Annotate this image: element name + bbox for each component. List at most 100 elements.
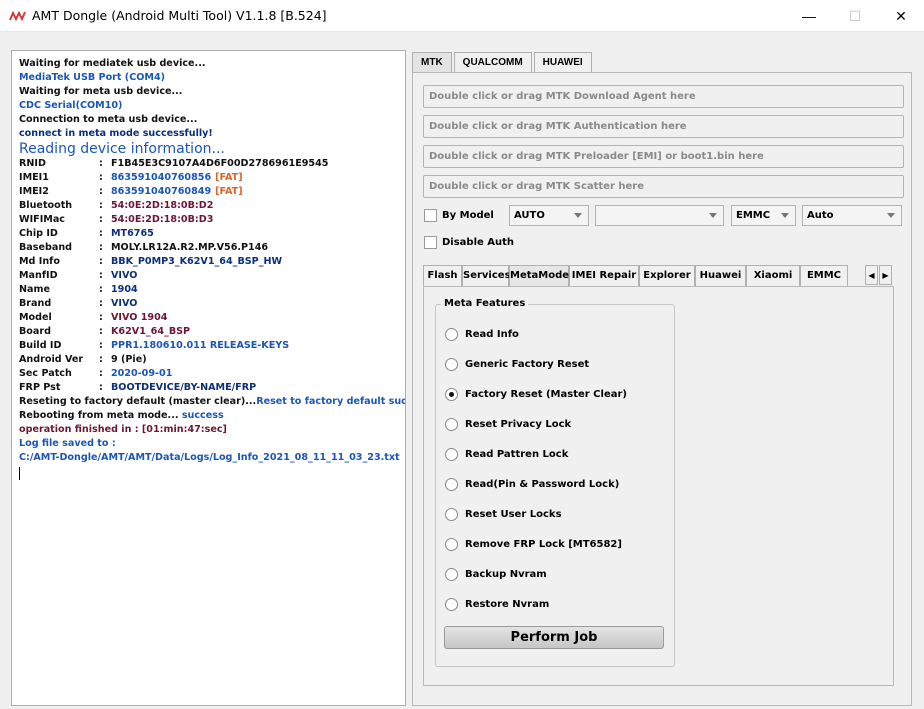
log-field-separator: : [99, 326, 103, 337]
radio-option-label: Read Pattren Lock [465, 448, 569, 460]
log-field-separator: : [99, 186, 103, 197]
radio-option[interactable]: Remove FRP Lock [MT6582] [445, 536, 622, 552]
minimize-button[interactable]: — [786, 0, 832, 32]
log-field-value: 54:0E:2D:18:0B:D2 [111, 200, 214, 211]
fat-badge: [FAT] [215, 172, 243, 183]
log-field-row: RNID: F1B45E3C9107A4D6F00D2786961E9545 [19, 157, 399, 171]
log-field-separator: : [99, 214, 103, 225]
log-field-separator: : [99, 382, 103, 393]
log-line: connect in meta mode successfully! [19, 128, 213, 139]
log-field-value: 2020-09-01 [111, 368, 173, 379]
radio-unchecked-icon[interactable] [445, 507, 458, 521]
tab-imei-repair[interactable]: IMEI Repair [569, 265, 639, 286]
tab-xiaomi[interactable]: Xiaomi [746, 265, 800, 286]
log-field-separator: : [99, 228, 103, 239]
log-field-separator: : [99, 172, 103, 183]
log-field-separator: : [99, 270, 103, 281]
radio-option-label: Read(Pin & Password Lock) [465, 478, 620, 490]
perform-job-button[interactable]: Perform Job [444, 626, 664, 649]
radio-option[interactable]: Restore Nvram [445, 596, 549, 612]
fat-badge: [FAT] [215, 186, 243, 197]
radio-unchecked-icon[interactable] [445, 357, 458, 371]
radio-unchecked-icon[interactable] [445, 417, 458, 431]
title-bar: AMT Dongle (Android Multi Tool) V1.1.8 [… [0, 0, 924, 32]
log-field-row: Baseband: MOLY.LR12A.R2.MP.V56.P146 [19, 241, 399, 255]
radio-option[interactable]: Backup Nvram [445, 566, 547, 582]
storage-select[interactable]: EMMC [731, 205, 796, 226]
tab-services[interactable]: Services [462, 265, 511, 286]
log-field-value: 1904 [111, 284, 138, 295]
radio-option[interactable]: Read Info [445, 326, 519, 342]
model-select[interactable]: AUTO [509, 205, 589, 226]
maximize-button[interactable]: ☐ [832, 0, 878, 32]
log-reset-result: Reset to factory default success [256, 396, 406, 407]
log-reboot-prefix: Rebooting from meta mode... [19, 410, 182, 421]
tab-scroll-left-icon[interactable]: ◀ [865, 265, 878, 285]
by-model-label: By Model [442, 210, 494, 221]
tab-huawei[interactable]: Huawei [695, 265, 746, 286]
download-agent-input[interactable]: Double click or drag MTK Download Agent … [423, 85, 904, 108]
log-field-value: MOLY.LR12A.R2.MP.V56.P146 [111, 242, 269, 253]
radio-unchecked-icon[interactable] [445, 537, 458, 551]
close-button[interactable]: ✕ [878, 0, 924, 32]
log-field-row: Model: VIVO 1904 [19, 311, 399, 325]
log-field-row: ManfID: VIVO [19, 269, 399, 283]
log-line: Waiting for mediatek usb device... [19, 58, 206, 69]
tab-emmc[interactable]: EMMC [800, 265, 848, 286]
log-field-row: IMEI2:863591040760849 [FAT] [19, 185, 399, 199]
log-field-row: FRP Pst: BOOTDEVICE/BY-NAME/FRP [19, 381, 399, 395]
radio-option[interactable]: Generic Factory Reset [445, 356, 589, 372]
app-logo-icon [9, 11, 26, 21]
disable-auth-checkbox[interactable] [424, 236, 437, 249]
log-field-row: IMEI1:863591040760856 [FAT] [19, 171, 399, 185]
mode-select[interactable]: Auto [802, 205, 902, 226]
log-field-key: Brand [19, 298, 52, 309]
log-heading: Reading device information... [19, 141, 225, 157]
log-line: Connection to meta usb device... [19, 114, 198, 125]
log-field-row: Brand: VIVO [19, 297, 399, 311]
log-field-key: Name [19, 284, 51, 295]
tab-huawei[interactable]: HUAWEI [533, 52, 592, 72]
radio-option-label: Reset User Locks [465, 508, 562, 520]
tab-mtk[interactable]: MTK [412, 52, 452, 72]
radio-option[interactable]: Factory Reset (Master Clear) [445, 386, 627, 402]
radio-option[interactable]: Reset User Locks [445, 506, 562, 522]
chevron-down-icon [887, 213, 895, 218]
by-model-checkbox[interactable] [424, 209, 437, 222]
radio-unchecked-icon[interactable] [445, 327, 458, 341]
log-output-panel[interactable]: Waiting for mediatek usb device... MediaT… [11, 50, 406, 706]
preloader-input[interactable]: Double click or drag MTK Preloader [EMI]… [423, 145, 904, 168]
log-field-value: VIVO [111, 270, 138, 281]
log-field-value: K62V1_64_BSP [111, 326, 191, 337]
log-reset-line: Reseting to factory default (master clea… [19, 395, 405, 409]
log-field-separator: : [99, 158, 103, 169]
radio-unchecked-icon[interactable] [445, 567, 458, 581]
radio-unchecked-icon[interactable] [445, 447, 458, 461]
radio-unchecked-icon[interactable] [445, 597, 458, 611]
log-field-separator: : [99, 340, 103, 351]
disable-auth-label: Disable Auth [442, 237, 515, 248]
tab-flash[interactable]: Flash [423, 265, 462, 286]
model-select-value: AUTO [514, 210, 545, 221]
tab-qualcomm[interactable]: QUALCOMM [453, 52, 532, 72]
mode-select-value: Auto [807, 210, 834, 221]
device-select[interactable] [595, 205, 724, 226]
radio-checked-icon[interactable] [445, 387, 458, 401]
log-field-row: Build ID: PPR1.180610.011 RELEASE-KEYS [19, 339, 399, 353]
tab-explorer[interactable]: Explorer [639, 265, 695, 286]
radio-option[interactable]: Reset Privacy Lock [445, 416, 571, 432]
radio-option[interactable]: Read Pattren Lock [445, 446, 568, 462]
authentication-input[interactable]: Double click or drag MTK Authentication … [423, 115, 904, 138]
log-field-value: 9 (Pie) [111, 354, 147, 365]
scatter-input[interactable]: Double click or drag MTK Scatter here [423, 175, 904, 198]
log-field-key: Chip ID [19, 228, 58, 239]
window-title: AMT Dongle (Android Multi Tool) V1.1.8 [… [32, 8, 327, 23]
tab-scroll-right-icon[interactable]: ▶ [879, 265, 892, 285]
radio-option[interactable]: Read(Pin & Password Lock) [445, 476, 619, 492]
log-line: MediaTek USB Port (COM4) [19, 72, 165, 83]
log-finished-line: operation finished in : [01:min:47:sec] [19, 424, 227, 435]
radio-unchecked-icon[interactable] [445, 477, 458, 491]
log-field-key: Build ID [19, 340, 62, 351]
tab-metamode[interactable]: MetaMode [509, 265, 569, 286]
log-field-row: Sec Patch:2020-09-01 [19, 367, 399, 381]
